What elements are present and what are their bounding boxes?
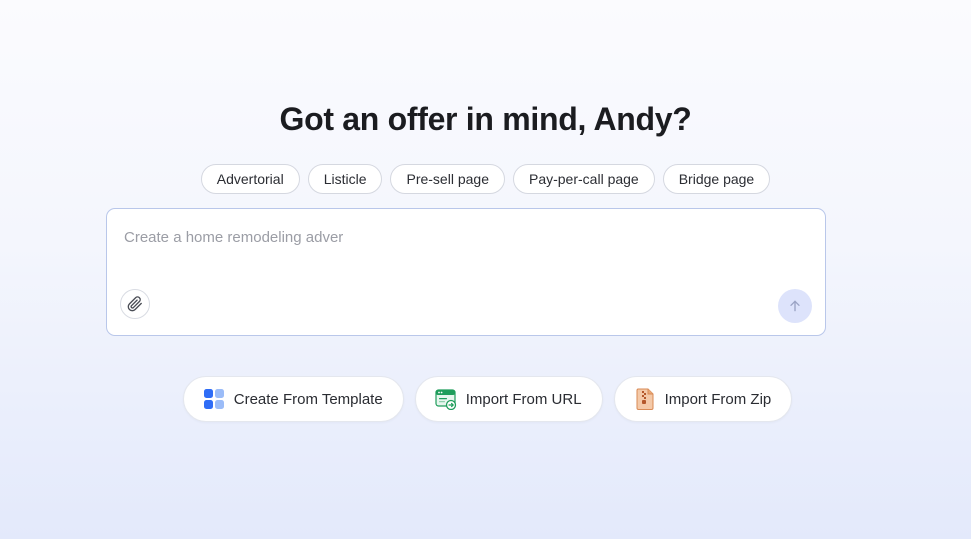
page-title: Got an offer in mind, Andy? [279, 101, 692, 137]
template-type-chips: Advertorial Listicle Pre-sell page Pay-p… [0, 164, 971, 194]
browser-link-icon [435, 388, 457, 410]
import-from-zip-label: Import From Zip [664, 390, 772, 408]
import-from-zip-button[interactable]: Import From Zip [613, 376, 793, 422]
chip-bridge-page[interactable]: Bridge page [662, 164, 771, 194]
template-grid-icon [203, 388, 225, 410]
paperclip-icon [127, 296, 143, 312]
send-button[interactable] [778, 289, 812, 323]
start-options: Create From Template Import From URL Imp… [0, 376, 971, 422]
attach-button[interactable] [120, 289, 150, 319]
arrow-up-icon [787, 298, 803, 314]
chip-advertorial[interactable]: Advertorial [200, 164, 300, 194]
import-from-url-button[interactable]: Import From URL [414, 376, 603, 422]
create-from-template-button[interactable]: Create From Template [182, 376, 404, 422]
prompt-box: Create a home remodeling adver [106, 208, 826, 336]
zip-file-icon [634, 388, 656, 410]
create-from-template-label: Create From Template [233, 390, 383, 408]
chip-pay-per-call-page[interactable]: Pay-per-call page [512, 164, 655, 194]
prompt-input[interactable]: Create a home remodeling adver [124, 228, 343, 248]
chip-listicle[interactable]: Listicle [307, 164, 383, 194]
chip-pre-sell-page[interactable]: Pre-sell page [390, 164, 505, 194]
import-from-url-label: Import From URL [465, 390, 582, 408]
